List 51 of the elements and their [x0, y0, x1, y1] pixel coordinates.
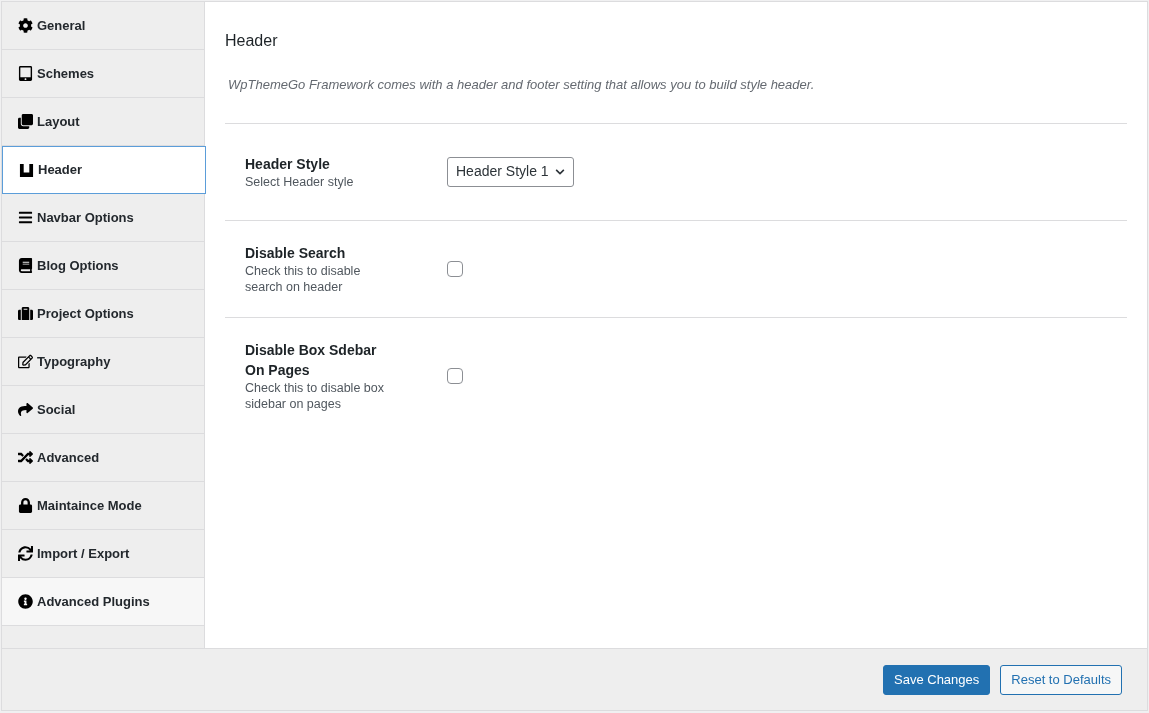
sidebar-item[interactable]: Schemes	[2, 50, 204, 98]
field-hint: Check this to disable search on header	[245, 262, 362, 295]
sidebar-item[interactable]: Maintaince Mode	[2, 482, 204, 530]
section-title: Header	[225, 31, 279, 51]
reset-button[interactable]: Reset to Defaults	[1000, 664, 1122, 695]
checkbox[interactable]	[447, 367, 463, 384]
field-hint: Check this to disable box sidebar on pages	[245, 379, 385, 412]
caret-icon	[554, 166, 565, 177]
info-icon	[18, 594, 33, 609]
sidebar-item[interactable]: General	[2, 2, 204, 50]
lock-icon	[18, 498, 33, 513]
sidebar-item-label: Project Options	[37, 304, 134, 323]
sidebar-item-label: General	[37, 16, 86, 35]
sidebar-item-label: Layout	[37, 112, 80, 131]
checkbox[interactable]	[447, 260, 463, 277]
sidebar-item-label: Advanced Plugins	[37, 592, 150, 611]
sidebar-item[interactable]: Blog Options	[2, 242, 204, 290]
save-button[interactable]: Save Changes	[883, 664, 991, 695]
sidebar-item-label: Schemes	[37, 64, 95, 83]
tablet-icon	[18, 66, 33, 81]
suitcase-icon	[18, 306, 33, 321]
sidebar-item-label: Blog Options	[37, 256, 119, 275]
field-label: Header Style	[245, 154, 331, 174]
sidebar-item-label: Header	[38, 161, 83, 180]
book-icon	[18, 258, 33, 273]
sidebar-item-label: Navbar Options	[37, 208, 134, 227]
stacked-squares-icon	[18, 114, 33, 129]
field-label: Disable Box Sdebar On Pages	[245, 340, 378, 380]
shuffle-icon	[18, 450, 33, 465]
sidebar-item[interactable]: Advanced	[2, 434, 204, 482]
sidebar-item[interactable]: Social	[2, 386, 204, 434]
field-hint: Select Header style	[245, 173, 355, 190]
sidebar-item[interactable]: Advanced Plugins	[2, 578, 204, 626]
header-block-icon	[19, 162, 34, 178]
section-description: WpThemeGo Framework comes with a header and footer setting that allows you to build style header.	[228, 76, 816, 94]
field-label: Disable Search	[245, 243, 347, 263]
sidebar-item[interactable]: Navbar Options	[2, 194, 204, 242]
sidebar-item-label: Advanced	[37, 448, 100, 467]
sidebar-item-label: Import / Export	[37, 544, 130, 563]
refresh-icon	[18, 546, 33, 561]
gear-icon	[18, 18, 33, 33]
edit-icon	[18, 354, 33, 369]
menu-icon	[18, 210, 33, 225]
sidebar-item-label: Typography	[37, 352, 111, 371]
sidebar-item-label: Maintaince Mode	[37, 496, 142, 515]
sidebar-item[interactable]: Typography	[2, 338, 204, 386]
share-arrow-icon	[18, 402, 33, 417]
sidebar-item[interactable]: Header	[2, 146, 206, 194]
sidebar-item[interactable]: Project Options	[2, 290, 204, 338]
header-style-select[interactable]: Header Style 1	[447, 156, 574, 187]
sidebar-item-label: Social	[37, 400, 76, 419]
